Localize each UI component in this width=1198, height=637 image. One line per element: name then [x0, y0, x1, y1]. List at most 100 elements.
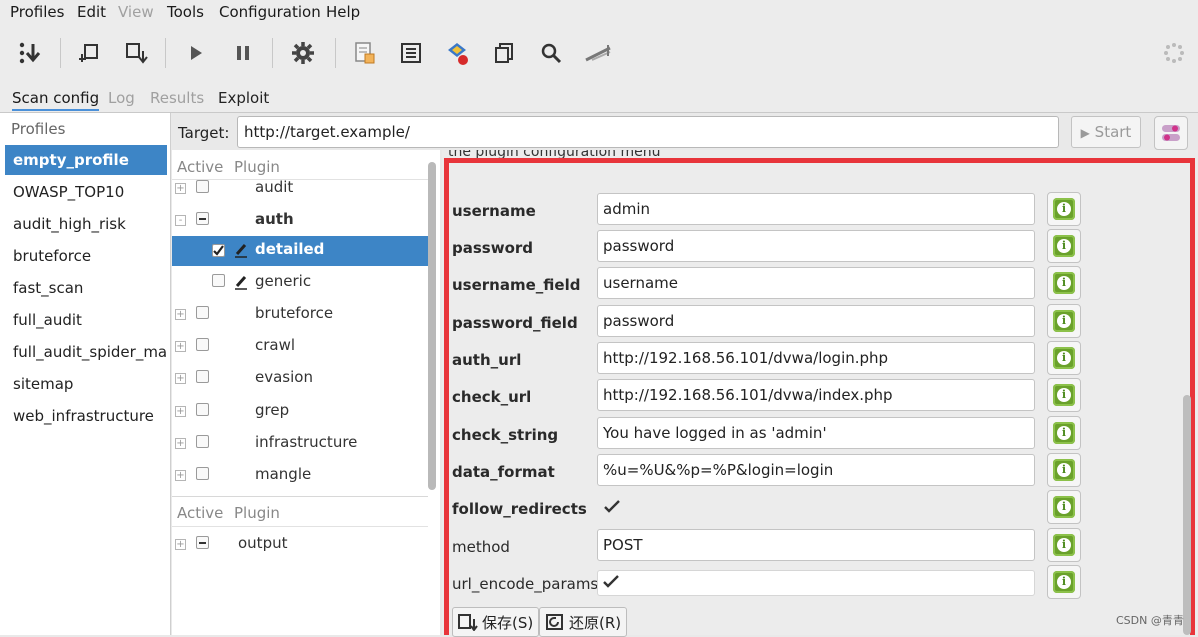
option-input[interactable]: password — [597, 305, 1035, 337]
plugin-row[interactable]: + mangle — [172, 461, 428, 491]
plugin-name: evasion — [255, 368, 313, 386]
plugin-checkbox[interactable] — [196, 306, 209, 319]
profile-item[interactable]: web_infrastructure — [5, 401, 167, 431]
play-icon: ▶ — [1080, 126, 1090, 140]
config-scrollbar[interactable] — [1183, 395, 1191, 635]
info-button[interactable]: i — [1047, 528, 1081, 562]
info-button[interactable]: i — [1047, 266, 1081, 300]
profile-item[interactable]: fast_scan — [5, 273, 167, 303]
start-button[interactable]: ▶ Start — [1071, 116, 1141, 148]
option-input[interactable]: You have logged in as 'admin' — [597, 417, 1035, 449]
option-input[interactable]: http://192.168.56.101/dvwa/login.php — [597, 342, 1035, 374]
plugin-row[interactable]: + bruteforce — [172, 300, 428, 330]
profile-item[interactable]: audit_high_risk — [5, 209, 167, 239]
pause-icon — [237, 46, 249, 60]
new-profile-button[interactable] — [75, 38, 105, 68]
wizard-button[interactable] — [15, 38, 45, 68]
pane-divider[interactable] — [172, 496, 428, 497]
copy-button[interactable] — [489, 38, 519, 68]
exploit-button[interactable] — [442, 38, 472, 68]
toolbar-separator — [60, 38, 61, 68]
option-input[interactable]: admin — [597, 193, 1035, 225]
search-button[interactable] — [536, 38, 566, 68]
info-button[interactable]: i — [1047, 304, 1081, 338]
plugin-checkbox[interactable] — [196, 536, 209, 549]
save-profile-button[interactable] — [121, 38, 151, 68]
profile-item[interactable]: OWASP_TOP10 — [5, 177, 167, 207]
plugin-row[interactable]: + grep — [172, 397, 428, 427]
profile-item[interactable]: sitemap — [5, 369, 167, 399]
info-button[interactable]: i — [1047, 490, 1081, 524]
plugin-row[interactable]: + evasion — [172, 364, 428, 394]
menu-configuration[interactable]: Configuration — [219, 3, 321, 21]
option-checkbox[interactable] — [597, 570, 1035, 596]
expand-icon[interactable]: + — [175, 373, 186, 384]
collapse-icon[interactable]: - — [175, 215, 186, 226]
profile-item[interactable]: bruteforce — [5, 241, 167, 271]
column-plugin: Plugin — [234, 504, 280, 522]
plugin-checkbox[interactable] — [196, 338, 209, 351]
plugin-checkbox[interactable] — [196, 467, 209, 480]
expand-icon[interactable]: + — [175, 341, 186, 352]
info-button[interactable]: i — [1047, 416, 1081, 450]
option-input[interactable]: POST — [597, 529, 1035, 561]
plugin-checkbox[interactable] — [196, 403, 209, 416]
info-button[interactable]: i — [1047, 229, 1081, 263]
menu-view[interactable]: View — [118, 3, 154, 21]
tab-exploit[interactable]: Exploit — [218, 89, 269, 107]
info-button[interactable]: i — [1047, 565, 1081, 599]
plugins-scrollbar[interactable] — [428, 162, 436, 490]
plugin-checkbox[interactable] — [196, 370, 209, 383]
option-input[interactable]: username — [597, 267, 1035, 299]
menu-edit[interactable]: Edit — [77, 3, 106, 21]
expand-icon[interactable]: + — [175, 309, 186, 320]
option-checkbox[interactable] — [597, 495, 1035, 521]
menu-profiles[interactable]: Profiles — [10, 3, 64, 21]
save-label: 保存(S) — [482, 613, 534, 632]
expand-icon[interactable]: + — [175, 539, 186, 550]
play-icon — [191, 46, 202, 60]
manual-discovery-button[interactable] — [350, 38, 380, 68]
option-input[interactable]: http://192.168.56.101/dvwa/index.php — [597, 379, 1035, 411]
expand-icon[interactable]: + — [175, 438, 186, 449]
pause-button[interactable] — [228, 38, 258, 68]
plugin-row[interactable]: + audit — [172, 174, 428, 204]
plugin-row[interactable]: + infrastructure — [172, 429, 428, 459]
plugin-row[interactable]: + output — [172, 530, 428, 560]
plugin-checkbox[interactable] — [196, 435, 209, 448]
info-button[interactable]: i — [1047, 378, 1081, 412]
list-button[interactable] — [396, 38, 426, 68]
expand-icon[interactable]: + — [175, 406, 186, 417]
profile-item[interactable]: full_audit — [5, 305, 167, 335]
profile-item[interactable]: full_audit_spider_man — [5, 337, 167, 367]
tab-log[interactable]: Log — [108, 89, 135, 107]
menu-tools[interactable]: Tools — [167, 3, 204, 21]
advanced-toggle-button[interactable] — [1154, 116, 1188, 150]
revert-button[interactable]: 还原(R) — [539, 607, 628, 637]
plugin-row[interactable]: + crawl — [172, 332, 428, 362]
plugin-name: infrastructure — [255, 433, 358, 451]
profile-item[interactable]: empty_profile — [5, 145, 167, 175]
plugin-checkbox[interactable] — [196, 180, 209, 193]
plugin-row[interactable]: - auth — [172, 206, 428, 236]
settings-button[interactable] — [288, 38, 318, 68]
plugin-checkbox[interactable] — [212, 274, 225, 287]
save-button[interactable]: 保存(S) — [452, 607, 540, 637]
info-button[interactable]: i — [1047, 453, 1081, 487]
plugin-row[interactable]: generic — [172, 268, 428, 298]
plugin-row-selected[interactable]: detailed — [172, 236, 428, 266]
play-button[interactable] — [181, 38, 211, 68]
tab-scan-config[interactable]: Scan config — [12, 89, 100, 111]
option-input[interactable]: %u=%U&%p=%P&login=login — [597, 454, 1035, 486]
option-input[interactable]: password — [597, 230, 1035, 262]
expand-icon[interactable]: + — [175, 183, 186, 194]
expand-icon[interactable]: + — [175, 470, 186, 481]
menu-help[interactable]: Help — [326, 3, 360, 21]
info-button[interactable]: i — [1047, 341, 1081, 375]
plugin-checkbox[interactable] — [212, 244, 225, 257]
plugin-checkbox[interactable] — [196, 212, 209, 225]
info-button[interactable]: i — [1047, 192, 1081, 226]
proxy-button[interactable] — [583, 38, 613, 68]
tab-results[interactable]: Results — [150, 89, 204, 107]
target-url-input[interactable]: http://target.example/ — [237, 116, 1059, 148]
